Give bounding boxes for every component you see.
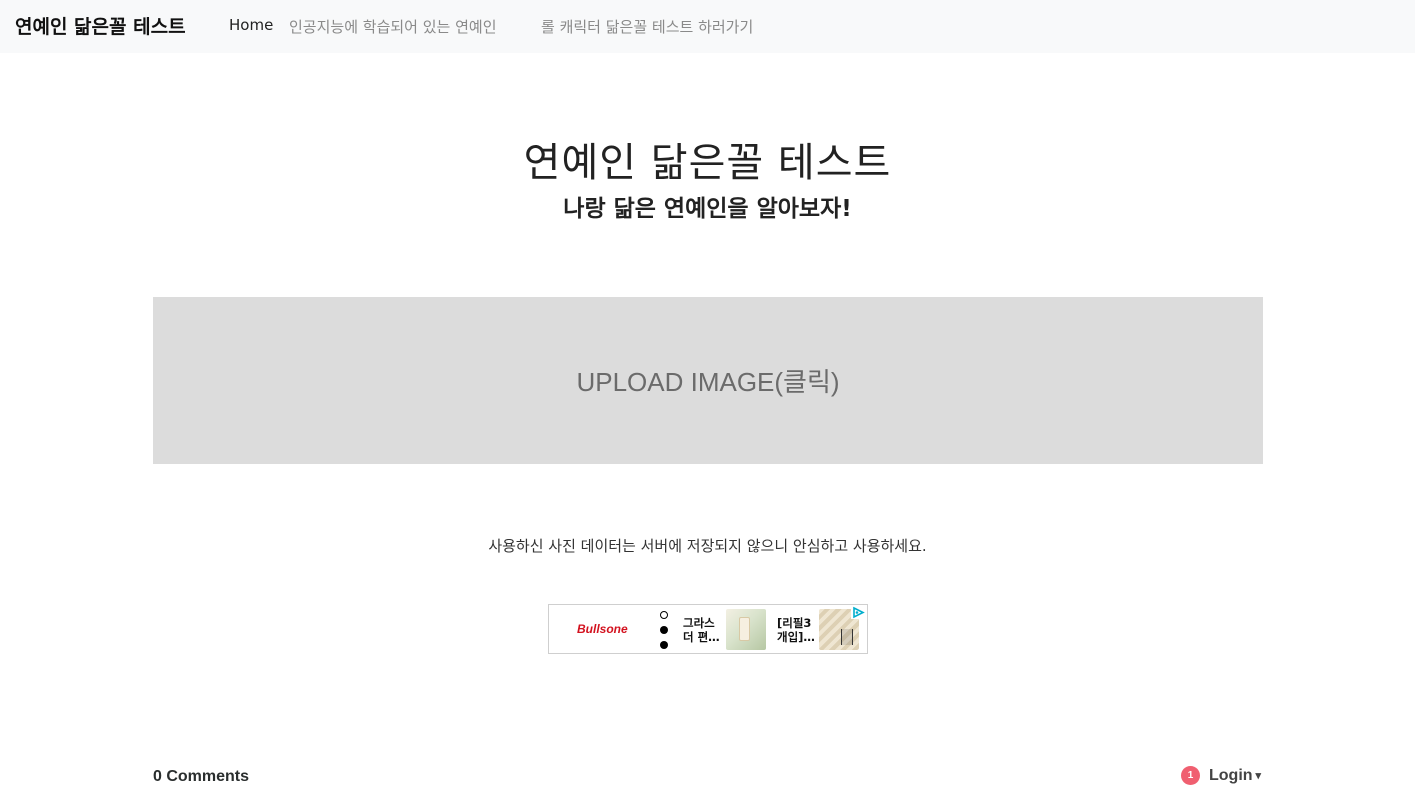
brand-link[interactable]: 연예인 닮은꼴 테스트: [15, 12, 186, 39]
ad-dot-2[interactable]: [660, 626, 668, 634]
ad-item-1-image[interactable]: [726, 609, 766, 650]
chevron-down-icon[interactable]: ▾: [1256, 769, 1262, 782]
ad-dot-3[interactable]: [660, 641, 668, 649]
ad-item-1-text[interactable]: 그라스 더 편…: [683, 616, 720, 644]
login-label[interactable]: Login: [1209, 767, 1253, 785]
upload-image-label: UPLOAD IMAGE(클릭): [576, 367, 840, 397]
ad-item-1-line-2: 더 편…: [683, 630, 720, 644]
ad-carousel-dots[interactable]: [659, 610, 669, 650]
nav-link-home[interactable]: Home: [229, 16, 273, 34]
page-title: 연예인 닮은꼴 테스트: [523, 140, 892, 186]
notification-badge[interactable]: 1: [1181, 766, 1200, 785]
adchoices-icon[interactable]: [851, 606, 865, 619]
comment-count: 0 Comments: [153, 768, 250, 785]
ad-dot-1[interactable]: [660, 611, 668, 619]
navbar: 연예인 닮은꼴 테스트 Home 인공지능에 학습되어 있는 연예인 롤 캐릭터…: [0, 0, 1415, 53]
nav-link-lol-character-test[interactable]: 롤 캐릭터 닮은꼴 테스트 하러가기: [541, 16, 753, 37]
ad-item-2-line-1: [리필3: [777, 616, 812, 630]
page-subtitle: 나랑 닮은 연예인을 알아보자!: [563, 196, 852, 222]
ad-item-1-line-1: 그라스: [683, 616, 715, 630]
login-menu[interactable]: 1 Login ▾: [1181, 766, 1261, 785]
privacy-notice: 사용하신 사진 데이터는 서버에 저장되지 않으니 안심하고 사용하세요.: [488, 537, 927, 555]
ad-item-2-text[interactable]: [리필3 개입]…: [777, 616, 815, 644]
ad-brand-logo: Bullsone: [577, 622, 628, 636]
ad-item-2-line-2: 개입]…: [777, 630, 815, 644]
ad-banner[interactable]: Bullsone 그라스 더 편… [리필3 개입]…: [548, 604, 868, 654]
upload-image-button[interactable]: UPLOAD IMAGE(클릭): [153, 297, 1263, 464]
nav-link-trained-celebrities[interactable]: 인공지능에 학습되어 있는 연예인: [289, 16, 497, 37]
